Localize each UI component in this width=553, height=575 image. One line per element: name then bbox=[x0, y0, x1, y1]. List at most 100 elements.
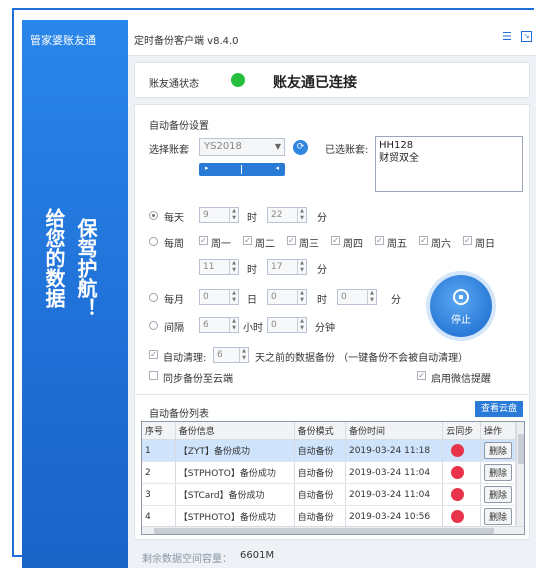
selected-account-item[interactable]: HH128 bbox=[379, 139, 519, 152]
weekday-checkbox-mon[interactable]: ✓ bbox=[199, 236, 208, 245]
weekday-checkbox-sun[interactable]: ✓ bbox=[463, 236, 472, 245]
column-header[interactable]: 序号 bbox=[142, 422, 176, 440]
account-slider[interactable]: ▸ ◂ bbox=[199, 163, 285, 176]
monthly-hour-input[interactable]: 0 ▲ ▼ bbox=[267, 289, 307, 305]
table-row[interactable]: 3 【STCard】备份成功 自动备份 2019-03-24 11:04 删除 bbox=[142, 483, 517, 506]
row-info: 【STCard】备份成功 bbox=[175, 483, 295, 506]
delete-button[interactable]: 删除 bbox=[483, 486, 512, 503]
row-sync bbox=[442, 461, 481, 484]
daily-hour-value: 9 bbox=[203, 210, 209, 220]
row-action: 删除 bbox=[480, 505, 517, 528]
weekday-checkbox-tue[interactable]: ✓ bbox=[243, 236, 252, 245]
sync-status-icon bbox=[451, 466, 465, 479]
table-row[interactable]: 2 【STPHOTO】备份成功 自动备份 2019-03-24 11:04 删除 bbox=[142, 461, 517, 484]
row-action: 删除 bbox=[480, 439, 517, 462]
row-no: 2 bbox=[142, 461, 176, 484]
row-no: 1 bbox=[142, 439, 176, 462]
selected-accounts-list[interactable]: HH128 财贸双全 bbox=[375, 136, 523, 192]
weekly-minute-input[interactable]: 17 ▲ ▼ bbox=[267, 259, 307, 275]
daily-minute-unit: 分 bbox=[317, 213, 327, 224]
table-vertical-scrollbar[interactable] bbox=[516, 422, 524, 526]
auto-clean-checkbox[interactable]: ✓ bbox=[149, 350, 158, 359]
interval-minutes-value: 0 bbox=[271, 320, 277, 330]
daily-hour-input[interactable]: 9 ▲ ▼ bbox=[199, 207, 239, 223]
backup-list-label: 自动备份列表 bbox=[149, 409, 209, 420]
status-text: 账友通已连接 bbox=[273, 75, 357, 91]
weekday-checkbox-sat[interactable]: ✓ bbox=[419, 236, 428, 245]
row-sync bbox=[442, 483, 481, 506]
row-sync bbox=[442, 439, 481, 462]
auto-clean-days-input[interactable]: 6 ▲ ▼ bbox=[213, 347, 249, 363]
weekday-checkbox-thu[interactable]: ✓ bbox=[331, 236, 340, 245]
interval-minutes-input[interactable]: 0 ▲ ▼ bbox=[267, 317, 307, 333]
delete-button[interactable]: 删除 bbox=[483, 464, 512, 481]
weekday-label: 周二 bbox=[255, 239, 275, 250]
weekday-checkbox-fri[interactable]: ✓ bbox=[375, 236, 384, 245]
menu-icon[interactable]: ☰ bbox=[502, 31, 514, 43]
select-account-label: 选择账套 bbox=[149, 145, 189, 156]
stop-button-label: 停止 bbox=[451, 315, 471, 326]
selected-accounts-label: 已选账套: bbox=[325, 145, 369, 156]
account-select[interactable]: YS2018 ▼ bbox=[199, 138, 285, 156]
daily-minute-input[interactable]: 22 ▲ ▼ bbox=[267, 207, 307, 223]
wechat-checkbox[interactable]: ✓ bbox=[417, 371, 426, 380]
interval-hours-input[interactable]: 6 ▲ ▼ bbox=[199, 317, 239, 333]
column-header[interactable]: 备份模式 bbox=[294, 422, 346, 440]
table-row[interactable]: 1 【ZYT】备份成功 自动备份 2019-03-24 11:18 删除 bbox=[142, 439, 517, 462]
weekday-label: 周一 bbox=[211, 239, 231, 250]
row-time: 2019-03-24 11:04 bbox=[345, 461, 444, 484]
titlebar: 定时备份客户端 v8.4.0 ☰ ↘ bbox=[128, 20, 536, 56]
status-indicator bbox=[231, 73, 245, 87]
row-sync bbox=[442, 505, 481, 528]
monthly-minute-unit: 分 bbox=[391, 295, 401, 306]
backup-list-panel: 自动备份列表 查看云盘 序号 备份信息 备份模式 备份时间 云同步 操作 1 【… bbox=[134, 394, 530, 540]
interval-hour-unit: 小时 bbox=[243, 323, 263, 334]
weekly-hour-input[interactable]: 11 ▲ ▼ bbox=[199, 259, 239, 275]
column-header[interactable]: 备份信息 bbox=[175, 422, 295, 440]
slogan-left: 给您的数据 bbox=[42, 208, 66, 308]
auto-clean-days-value: 6 bbox=[217, 350, 223, 360]
stop-button[interactable]: 停止 bbox=[430, 275, 492, 337]
frame-line-left bbox=[12, 8, 14, 556]
column-header[interactable]: 操作 bbox=[480, 422, 517, 440]
row-action: 删除 bbox=[480, 461, 517, 484]
settings-section-label: 自动备份设置 bbox=[149, 121, 209, 132]
monthly-radio[interactable] bbox=[149, 293, 158, 302]
minimize-to-tray-icon[interactable]: ↘ bbox=[521, 31, 532, 42]
view-cloud-button[interactable]: 查看云盘 bbox=[475, 401, 523, 417]
row-time: 2019-03-24 10:56 bbox=[345, 505, 444, 528]
monthly-minute-input[interactable]: 0 ▲ ▼ bbox=[337, 289, 377, 305]
interval-radio[interactable] bbox=[149, 321, 158, 330]
backup-settings-panel: 自动备份设置 选择账套 YS2018 ▼ ⟳ ▸ ◂ 已选账套: HH128 财… bbox=[134, 104, 530, 404]
app-window: 定时备份客户端 v8.4.0 ☰ ↘ 账友通状态 账友通已连接 自动备份设置 选… bbox=[128, 20, 536, 568]
weekday-checkbox-wed[interactable]: ✓ bbox=[287, 236, 296, 245]
column-header[interactable]: 云同步 bbox=[442, 422, 481, 440]
column-header[interactable]: 备份时间 bbox=[345, 422, 444, 440]
monthly-day-value: 0 bbox=[203, 292, 209, 302]
daily-minute-value: 22 bbox=[271, 210, 283, 220]
weekly-minute-value: 17 bbox=[271, 262, 283, 272]
weekly-radio[interactable] bbox=[149, 237, 158, 246]
delete-button[interactable]: 删除 bbox=[483, 508, 512, 525]
frame-line-top bbox=[12, 8, 534, 10]
monthly-day-input[interactable]: 0 ▲ ▼ bbox=[199, 289, 239, 305]
backup-table: 序号 备份信息 备份模式 备份时间 云同步 操作 1 【ZYT】备份成功 自动备… bbox=[142, 422, 517, 528]
selected-account-item[interactable]: 财贸双全 bbox=[379, 152, 519, 165]
interval-label: 间隔 bbox=[164, 323, 184, 334]
sync-cloud-checkbox[interactable] bbox=[149, 371, 158, 380]
weekday-label: 周六 bbox=[431, 239, 451, 250]
refresh-icon[interactable]: ⟳ bbox=[293, 140, 308, 155]
wechat-label: 启用微信提醒 bbox=[431, 374, 491, 385]
chevron-down-icon: ▼ bbox=[274, 142, 281, 151]
table-row[interactable]: 4 【STPHOTO】备份成功 自动备份 2019-03-24 10:56 删除 bbox=[142, 505, 517, 528]
daily-radio[interactable] bbox=[149, 211, 158, 220]
auto-clean-label: 自动清理: bbox=[163, 353, 207, 364]
weekly-hour-unit: 时 bbox=[247, 265, 257, 276]
table-header-row: 序号 备份信息 备份模式 备份时间 云同步 操作 bbox=[142, 422, 517, 440]
delete-button[interactable]: 删除 bbox=[483, 442, 512, 459]
sync-cloud-label: 同步备份至云端 bbox=[163, 374, 233, 385]
monthly-hour-value: 0 bbox=[271, 292, 277, 302]
interval-hours-value: 6 bbox=[203, 320, 209, 330]
table-horizontal-scrollbar[interactable] bbox=[142, 526, 524, 534]
account-select-value: YS2018 bbox=[204, 141, 242, 152]
